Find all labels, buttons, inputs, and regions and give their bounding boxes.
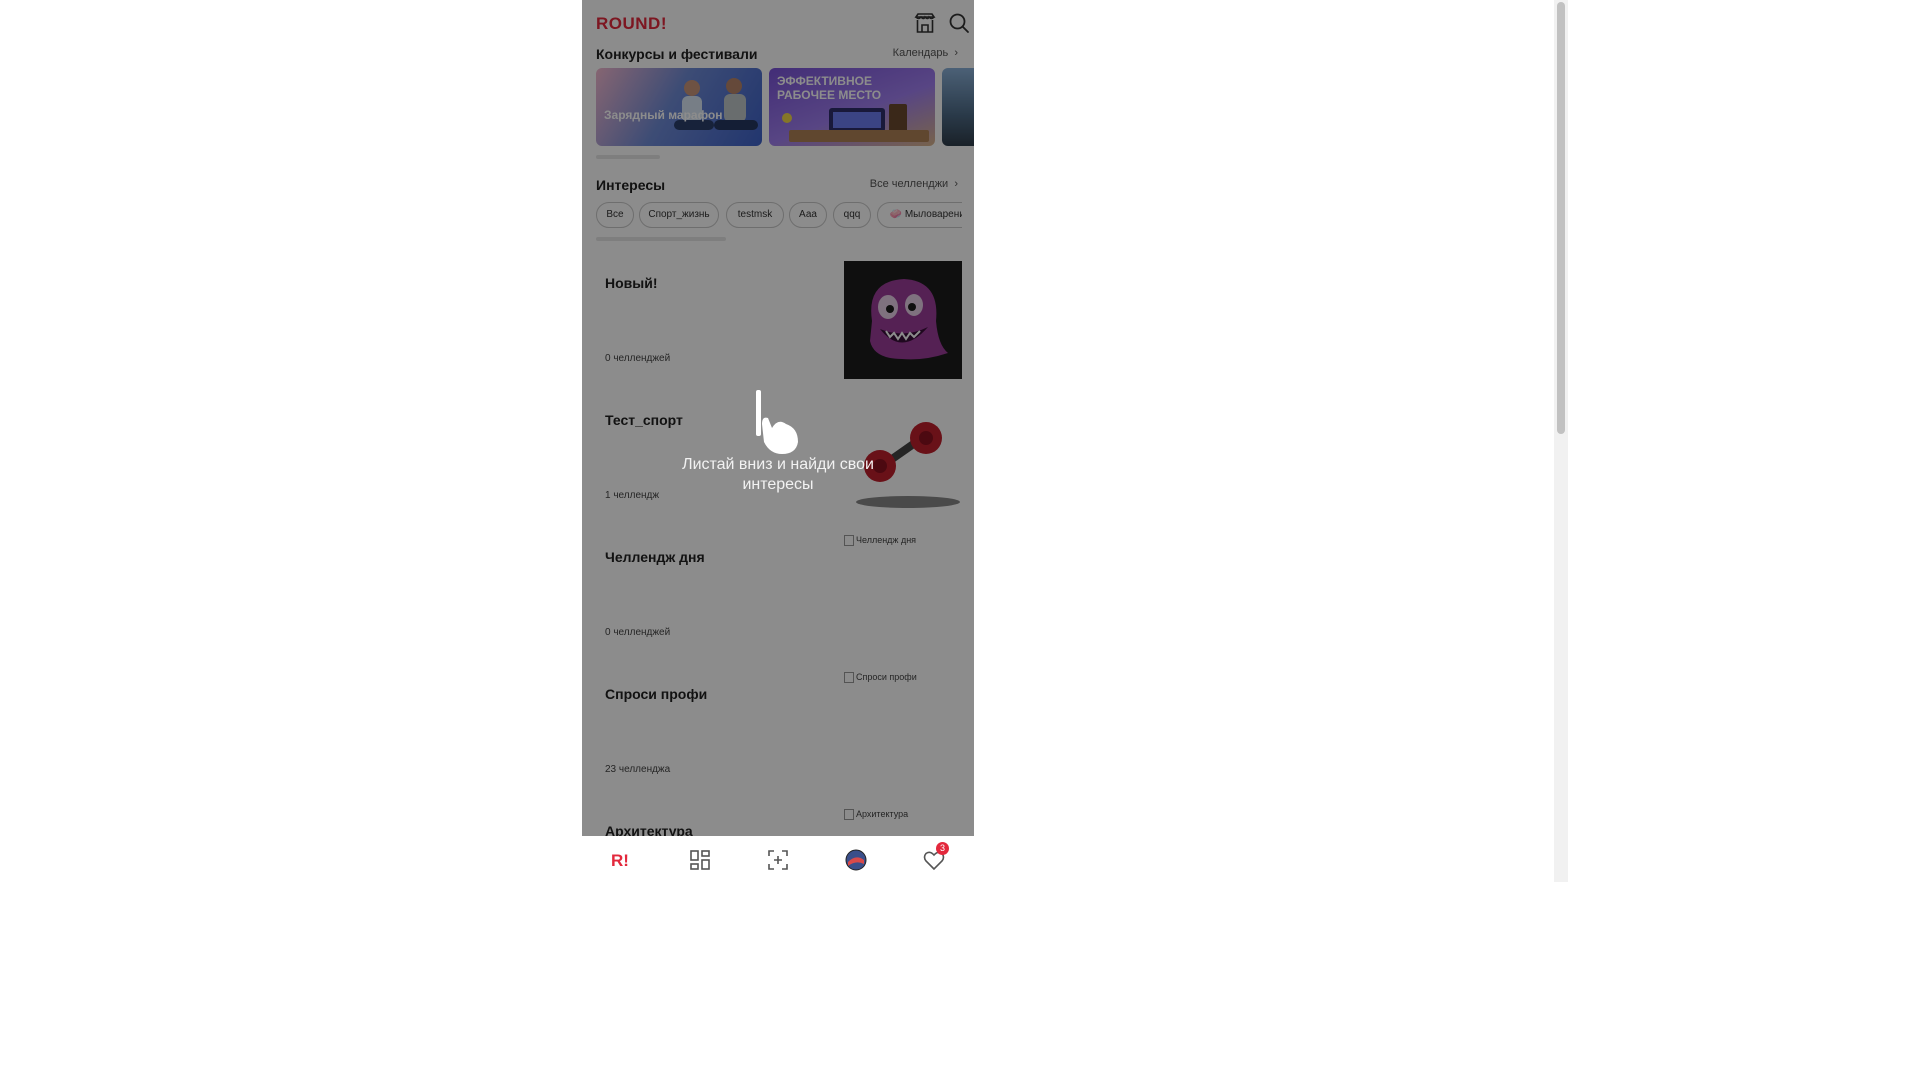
bottom-navigation: R! 3 [582, 836, 974, 882]
scan-icon[interactable] [766, 848, 790, 872]
scrollbar-thumb[interactable] [1557, 2, 1565, 434]
svg-text:R!: R! [611, 851, 629, 870]
hand-swipe-icon [756, 390, 798, 454]
favorites-badge: 3 [936, 842, 949, 855]
catalog-icon[interactable] [688, 848, 712, 872]
page-scrollbar[interactable] [1554, 0, 1568, 882]
onboarding-overlay[interactable]: Листай вниз и найди свои интересы [582, 0, 974, 882]
onboarding-hint: Листай вниз и найди свои интересы [682, 456, 874, 493]
favorites-button[interactable]: 3 [922, 842, 949, 872]
profile-avatar[interactable] [844, 848, 868, 872]
app-frame: ROUND! Конкурсы и фестивали Календарь › [582, 0, 974, 882]
home-icon[interactable]: R! [609, 848, 633, 872]
